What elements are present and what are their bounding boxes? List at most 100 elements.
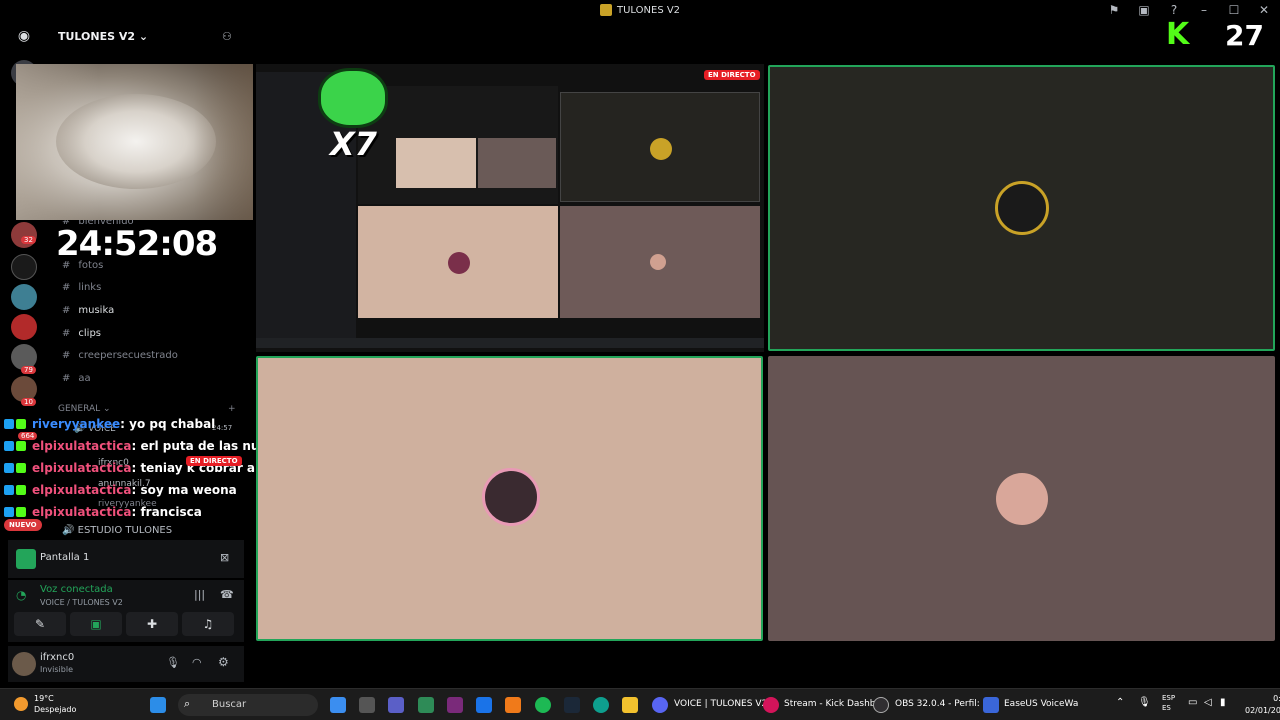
- teams-icon[interactable]: [388, 697, 404, 713]
- app-window: TULONES V2 ⚑ ▣ ? – ☐ ✕ ◉ 32 79 10 664 TU…: [0, 0, 1280, 720]
- stop-stream-icon[interactable]: ⊠: [220, 551, 229, 564]
- signal-icon: ◔: [16, 588, 27, 602]
- start-button[interactable]: [150, 697, 166, 713]
- video-tile-1[interactable]: [768, 65, 1275, 351]
- chat-message: elpixulatactica : soy ma weona: [0, 480, 237, 500]
- minimize-button[interactable]: –: [1196, 3, 1212, 17]
- server-icon: [600, 4, 612, 16]
- channel-links[interactable]: # links: [62, 282, 101, 293]
- hash-icon: #: [62, 350, 71, 361]
- server-icon-4[interactable]: [11, 284, 37, 310]
- screen-share-icon: [16, 549, 36, 569]
- discord-home-icon[interactable]: ◉: [12, 28, 36, 46]
- stream-label: Pantalla 1: [40, 552, 90, 563]
- help-icon[interactable]: ?: [1166, 3, 1182, 17]
- platform-badge-icon: [4, 463, 14, 473]
- avatar: [996, 473, 1048, 525]
- kick-badge-icon: [16, 441, 26, 451]
- channel-aa[interactable]: # aa: [62, 373, 91, 384]
- voice-channel-name[interactable]: VOICE / TULONES V2: [40, 598, 123, 607]
- activities-button[interactable]: ✚: [126, 612, 178, 636]
- language-indicator[interactable]: ESP ES: [1162, 693, 1175, 713]
- taskbar-app-label[interactable]: OBS 32.0.4 - Perfil: Si: [895, 699, 991, 709]
- flag-icon[interactable]: ⚑: [1106, 3, 1122, 17]
- chat-text: : francisca: [131, 505, 202, 519]
- channel-creepersecuestrado[interactable]: # creepersecuestrado: [62, 350, 178, 361]
- microphone-icon[interactable]: 🎙: [1138, 697, 1151, 708]
- server-icon-5[interactable]: [11, 314, 37, 340]
- kick-badge-icon: [16, 463, 26, 473]
- platform-badge-icon: [4, 419, 14, 429]
- add-member-icon[interactable]: ⚇: [222, 30, 232, 43]
- app-icon[interactable]: [505, 697, 521, 713]
- video-tile-2[interactable]: [256, 356, 763, 641]
- easeus-icon[interactable]: [983, 697, 999, 713]
- avatar: [482, 468, 540, 526]
- voice-channel-estudio[interactable]: 🔊 ESTUDIO TULONES: [62, 525, 172, 536]
- disconnect-icon[interactable]: ☎: [220, 588, 234, 601]
- chat-message: elpixulatactica : erl puta de las nuevas: [0, 436, 291, 456]
- maximize-button[interactable]: ☐: [1226, 3, 1242, 17]
- hash-icon: #: [62, 373, 71, 384]
- edge-icon[interactable]: [593, 697, 609, 713]
- weather-temp: 19°C: [34, 694, 54, 703]
- discord-icon[interactable]: [652, 697, 668, 713]
- volume-icon[interactable]: ◁: [1204, 697, 1212, 708]
- noise-suppression-icon[interactable]: |||: [194, 588, 205, 601]
- battery-icon[interactable]: ▮: [1220, 697, 1226, 708]
- inbox-icon[interactable]: ▣: [1136, 3, 1152, 17]
- search-placeholder: Buscar: [212, 699, 247, 710]
- settings-gear-icon[interactable]: ⚙: [218, 655, 229, 669]
- obs-icon[interactable]: [873, 697, 889, 713]
- video-tile-3[interactable]: [768, 356, 1275, 641]
- taskbar-clock[interactable]: 0:00 02/01/2026: [1245, 693, 1280, 717]
- screen-share-button[interactable]: ▣: [70, 612, 122, 636]
- app-icon[interactable]: [418, 697, 434, 713]
- steam-icon[interactable]: [564, 697, 580, 713]
- voice-status[interactable]: Voz conectada: [40, 584, 113, 595]
- chat-message: riveryyankee : yo pq chabal: [0, 414, 215, 434]
- add-channel-icon[interactable]: +: [228, 404, 236, 414]
- avatar[interactable]: [12, 652, 36, 676]
- server-icon-3[interactable]: [11, 254, 37, 280]
- tray-chevron-icon[interactable]: ⌃: [1116, 697, 1124, 708]
- server-name[interactable]: TULONES V2 ⌄: [58, 30, 148, 43]
- weather-desc: Despejado: [34, 705, 77, 714]
- taskbar-app-label[interactable]: VOICE | TULONES V2: [674, 699, 767, 709]
- chat-username: riveryyankee: [32, 417, 121, 431]
- kick-logo-icon: K: [1166, 17, 1190, 52]
- camera-button[interactable]: ✎: [14, 612, 66, 636]
- browser-icon[interactable]: [763, 697, 779, 713]
- app-icon[interactable]: [447, 697, 463, 713]
- taskbar-app-label[interactable]: Stream - Kick Dashbc: [784, 699, 880, 709]
- avatar: [995, 181, 1049, 235]
- task-view-icon[interactable]: [359, 697, 375, 713]
- file-explorer-icon[interactable]: [622, 697, 638, 713]
- sun-icon: [14, 697, 28, 711]
- server-badge: 10: [21, 398, 36, 406]
- chat-username: elpixulatactica: [32, 439, 132, 453]
- app-icon[interactable]: [476, 697, 492, 713]
- category-general[interactable]: GENERAL ⌄: [58, 404, 111, 414]
- taskbar: 19°C Despejado ⌕ Buscar VOICE | TULONES …: [0, 688, 1280, 720]
- copilot-icon[interactable]: [330, 697, 346, 713]
- username[interactable]: ifrxnc0: [40, 652, 74, 663]
- hash-icon: #: [62, 328, 71, 339]
- stream-timer: 24:52:08: [56, 224, 218, 264]
- microphone-icon[interactable]: 🎙: [166, 656, 180, 669]
- multiplier-text: X7: [330, 125, 377, 163]
- title-bar: TULONES V2 ⚑ ▣ ? – ☐ ✕: [0, 0, 1280, 22]
- stream-panel: Pantalla 1 ⊠: [8, 540, 244, 578]
- headphones-icon[interactable]: ◠: [192, 656, 202, 669]
- channel-musika[interactable]: # musika: [62, 305, 114, 316]
- emote-sticker: [318, 68, 388, 128]
- search-box[interactable]: ⌕ Buscar: [178, 694, 318, 716]
- server-icon-2[interactable]: [11, 222, 37, 248]
- taskbar-app-label[interactable]: EaseUS VoiceWa: [1004, 699, 1078, 709]
- spotify-icon[interactable]: [535, 697, 551, 713]
- soundboard-button[interactable]: ♫: [182, 612, 234, 636]
- platform-badge-icon: [4, 507, 14, 517]
- channel-clips[interactable]: # clips: [62, 328, 101, 339]
- close-button[interactable]: ✕: [1256, 3, 1272, 17]
- network-icon[interactable]: ▭: [1188, 697, 1197, 708]
